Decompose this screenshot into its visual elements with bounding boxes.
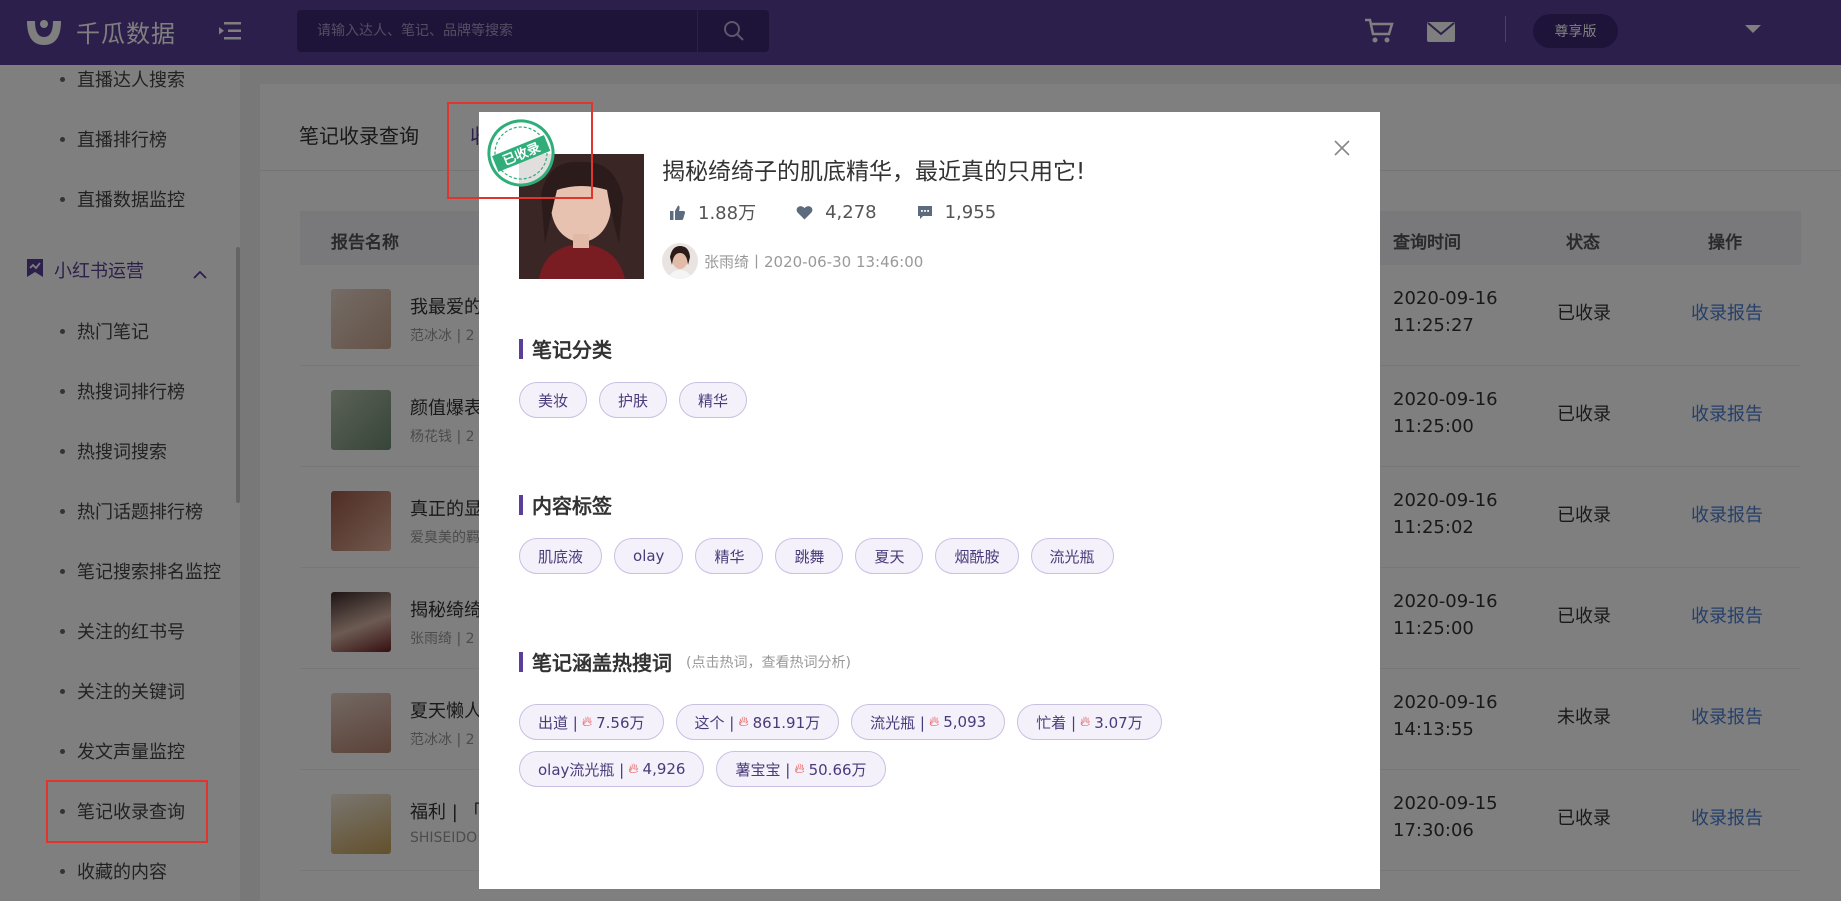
fire-icon: 🔥︎ — [1080, 714, 1091, 730]
hot-word-text: 这个 | — [694, 713, 735, 732]
fire-icon: 🔥︎ — [928, 714, 940, 730]
content-tag[interactable]: 跳舞 — [775, 538, 844, 574]
hot-word-value: 7.56万 — [596, 713, 645, 732]
hot-word-value: 50.66万 — [808, 760, 867, 779]
section-bar — [519, 338, 523, 359]
section-bar — [519, 651, 523, 672]
hot-word-tag[interactable]: olay流光瓶 | 🔥︎ 4,926 — [519, 751, 705, 787]
content-tag[interactable]: 烟酰胺 — [935, 538, 1019, 574]
annotation-highlight-stamp — [447, 102, 593, 199]
thumbs-up-icon — [670, 205, 686, 220]
hot-word-value: 3.07万 — [1094, 713, 1143, 732]
favorites-stat: 4,278 — [796, 199, 877, 225]
category-tag[interactable]: 精华 — [679, 382, 748, 418]
fire-icon: 🔥︎ — [628, 761, 639, 777]
hot-word-text: 出道 | — [538, 713, 578, 732]
hot-word-tag[interactable]: 薯宝宝 | 🔥︎ 50.66万 — [716, 751, 886, 787]
fire-icon: 🔥︎ — [794, 761, 805, 777]
content-tag[interactable]: 肌底液 — [519, 538, 603, 574]
section-title-hot-words: 笔记涵盖热搜词 (点击热词，查看热词分析) — [519, 647, 851, 676]
close-icon[interactable] — [1333, 139, 1351, 157]
category-tag[interactable]: 护肤 — [599, 382, 668, 418]
favorites-count: 4,278 — [825, 201, 877, 223]
hot-word-tag[interactable]: 忙着 | 🔥︎ 3.07万 — [1017, 704, 1162, 740]
hot-word-value: 861.91万 — [752, 713, 821, 732]
avatar — [662, 243, 698, 279]
content-tag[interactable]: 精华 — [695, 538, 764, 574]
comments-stat: 1,955 — [917, 199, 997, 225]
hot-word-tag[interactable]: 这个 | 🔥︎ 861.91万 — [675, 704, 840, 740]
note-detail-modal: 已收录 揭秘绮绮子的肌底精华，最近真的只用它! 1.88万 4,278 1,95… — [479, 112, 1380, 889]
likes-stat: 1.88万 — [669, 199, 756, 225]
comments-count: 1,955 — [944, 201, 997, 223]
section-title-text: 笔记涵盖热搜词 — [532, 651, 672, 675]
section-bar — [519, 494, 523, 515]
hot-word-value: 5,093 — [943, 713, 987, 731]
section-title-category: 笔记分类 — [519, 334, 612, 363]
section-title-text: 笔记分类 — [532, 338, 612, 362]
hot-word-text: 忙着 | — [1036, 713, 1077, 732]
fire-icon: 🔥︎ — [738, 714, 749, 730]
content-tag[interactable]: olay — [614, 538, 684, 574]
comment-icon — [917, 205, 932, 219]
hot-word-text: 流光瓶 | — [870, 713, 925, 732]
hot-word-tag[interactable]: 流光瓶 | 🔥︎ 5,093 — [851, 704, 1006, 740]
hot-word-tag[interactable]: 出道 | 🔥︎ 7.56万 — [519, 704, 664, 740]
section-title-text: 内容标签 — [532, 494, 612, 518]
likes-count: 1.88万 — [698, 203, 757, 224]
fire-icon: 🔥︎ — [581, 714, 593, 730]
hot-word-value: 4,926 — [642, 760, 686, 778]
author-name-date: 张雨绮丨2020-06-30 13:46:00 — [704, 252, 924, 271]
content-tag[interactable]: 流光瓶 — [1030, 538, 1114, 574]
category-tag[interactable]: 美妆 — [519, 382, 588, 418]
heart-icon — [796, 205, 813, 219]
content-tags: 肌底液 olay 精华 跳舞 夏天 烟酰胺 流光瓶 — [519, 538, 1299, 585]
hot-words-hint: (点击热词，查看热词分析) — [686, 654, 851, 671]
hot-word-text: olay流光瓶 | — [538, 760, 625, 779]
hot-word-text: 薯宝宝 | — [735, 760, 791, 779]
note-stats: 1.88万 4,278 1,955 — [669, 199, 1036, 225]
content-tag[interactable]: 夏天 — [855, 538, 924, 574]
hot-word-tags: 出道 | 🔥︎ 7.56万 这个 | 🔥︎ 861.91万 流光瓶 | 🔥︎ 5,093 忙… — [519, 704, 1299, 798]
category-tags: 美妆 护肤 精华 — [519, 382, 1299, 429]
note-title: 揭秘绮绮子的肌底精华，最近真的只用它! — [662, 159, 1086, 185]
annotation-highlight-sidebar — [46, 780, 208, 843]
section-title-content-tags: 内容标签 — [519, 490, 612, 519]
note-author[interactable]: 张雨绮丨2020-06-30 13:46:00 — [662, 243, 923, 279]
